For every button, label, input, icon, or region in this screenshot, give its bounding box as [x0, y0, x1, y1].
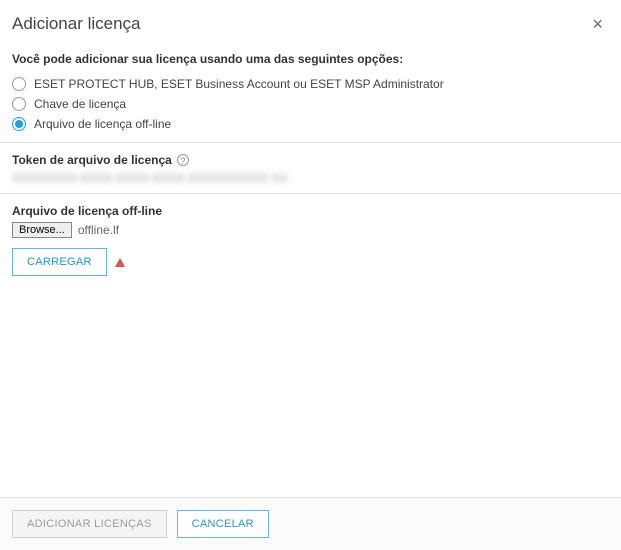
upload-button[interactable]: CARREGAR: [12, 248, 107, 276]
radio-option-hub[interactable]: ESET PROTECT HUB, ESET Business Account …: [12, 74, 609, 94]
radio-option-offline[interactable]: Arquivo de licença off-line: [12, 114, 609, 134]
radio-option-key[interactable]: Chave de licença: [12, 94, 609, 114]
help-icon[interactable]: ?: [177, 154, 189, 166]
radio-label: Arquivo de licença off-line: [34, 117, 171, 131]
browse-button[interactable]: Browse...: [12, 222, 72, 238]
divider: [0, 193, 621, 194]
close-icon[interactable]: ×: [592, 15, 603, 33]
selected-filename: offline.lf: [78, 223, 119, 237]
radio-icon: [12, 97, 26, 111]
add-license-dialog: { "header": { "title": "Adicionar licenç…: [0, 0, 621, 550]
file-section-label: Arquivo de licença off-line: [12, 204, 162, 218]
radio-label: Chave de licença: [34, 97, 126, 111]
cancel-button[interactable]: CANCELAR: [177, 510, 269, 538]
warning-icon[interactable]: [115, 258, 125, 267]
divider: [0, 142, 621, 143]
radio-icon: [12, 77, 26, 91]
token-value: XXXXXXXX-XXXX-XXXX-XXXX-XXXXXXXXXX XX: [12, 171, 609, 185]
radio-icon: [12, 117, 26, 131]
license-option-group: ESET PROTECT HUB, ESET Business Account …: [12, 74, 609, 134]
token-label: Token de arquivo de licença: [12, 153, 172, 167]
add-licenses-button[interactable]: ADICIONAR LICENÇAS: [12, 510, 167, 538]
intro-text: Você pode adicionar sua licença usando u…: [12, 52, 609, 66]
radio-label: ESET PROTECT HUB, ESET Business Account …: [34, 77, 444, 91]
dialog-title: Adicionar licença: [12, 14, 592, 34]
